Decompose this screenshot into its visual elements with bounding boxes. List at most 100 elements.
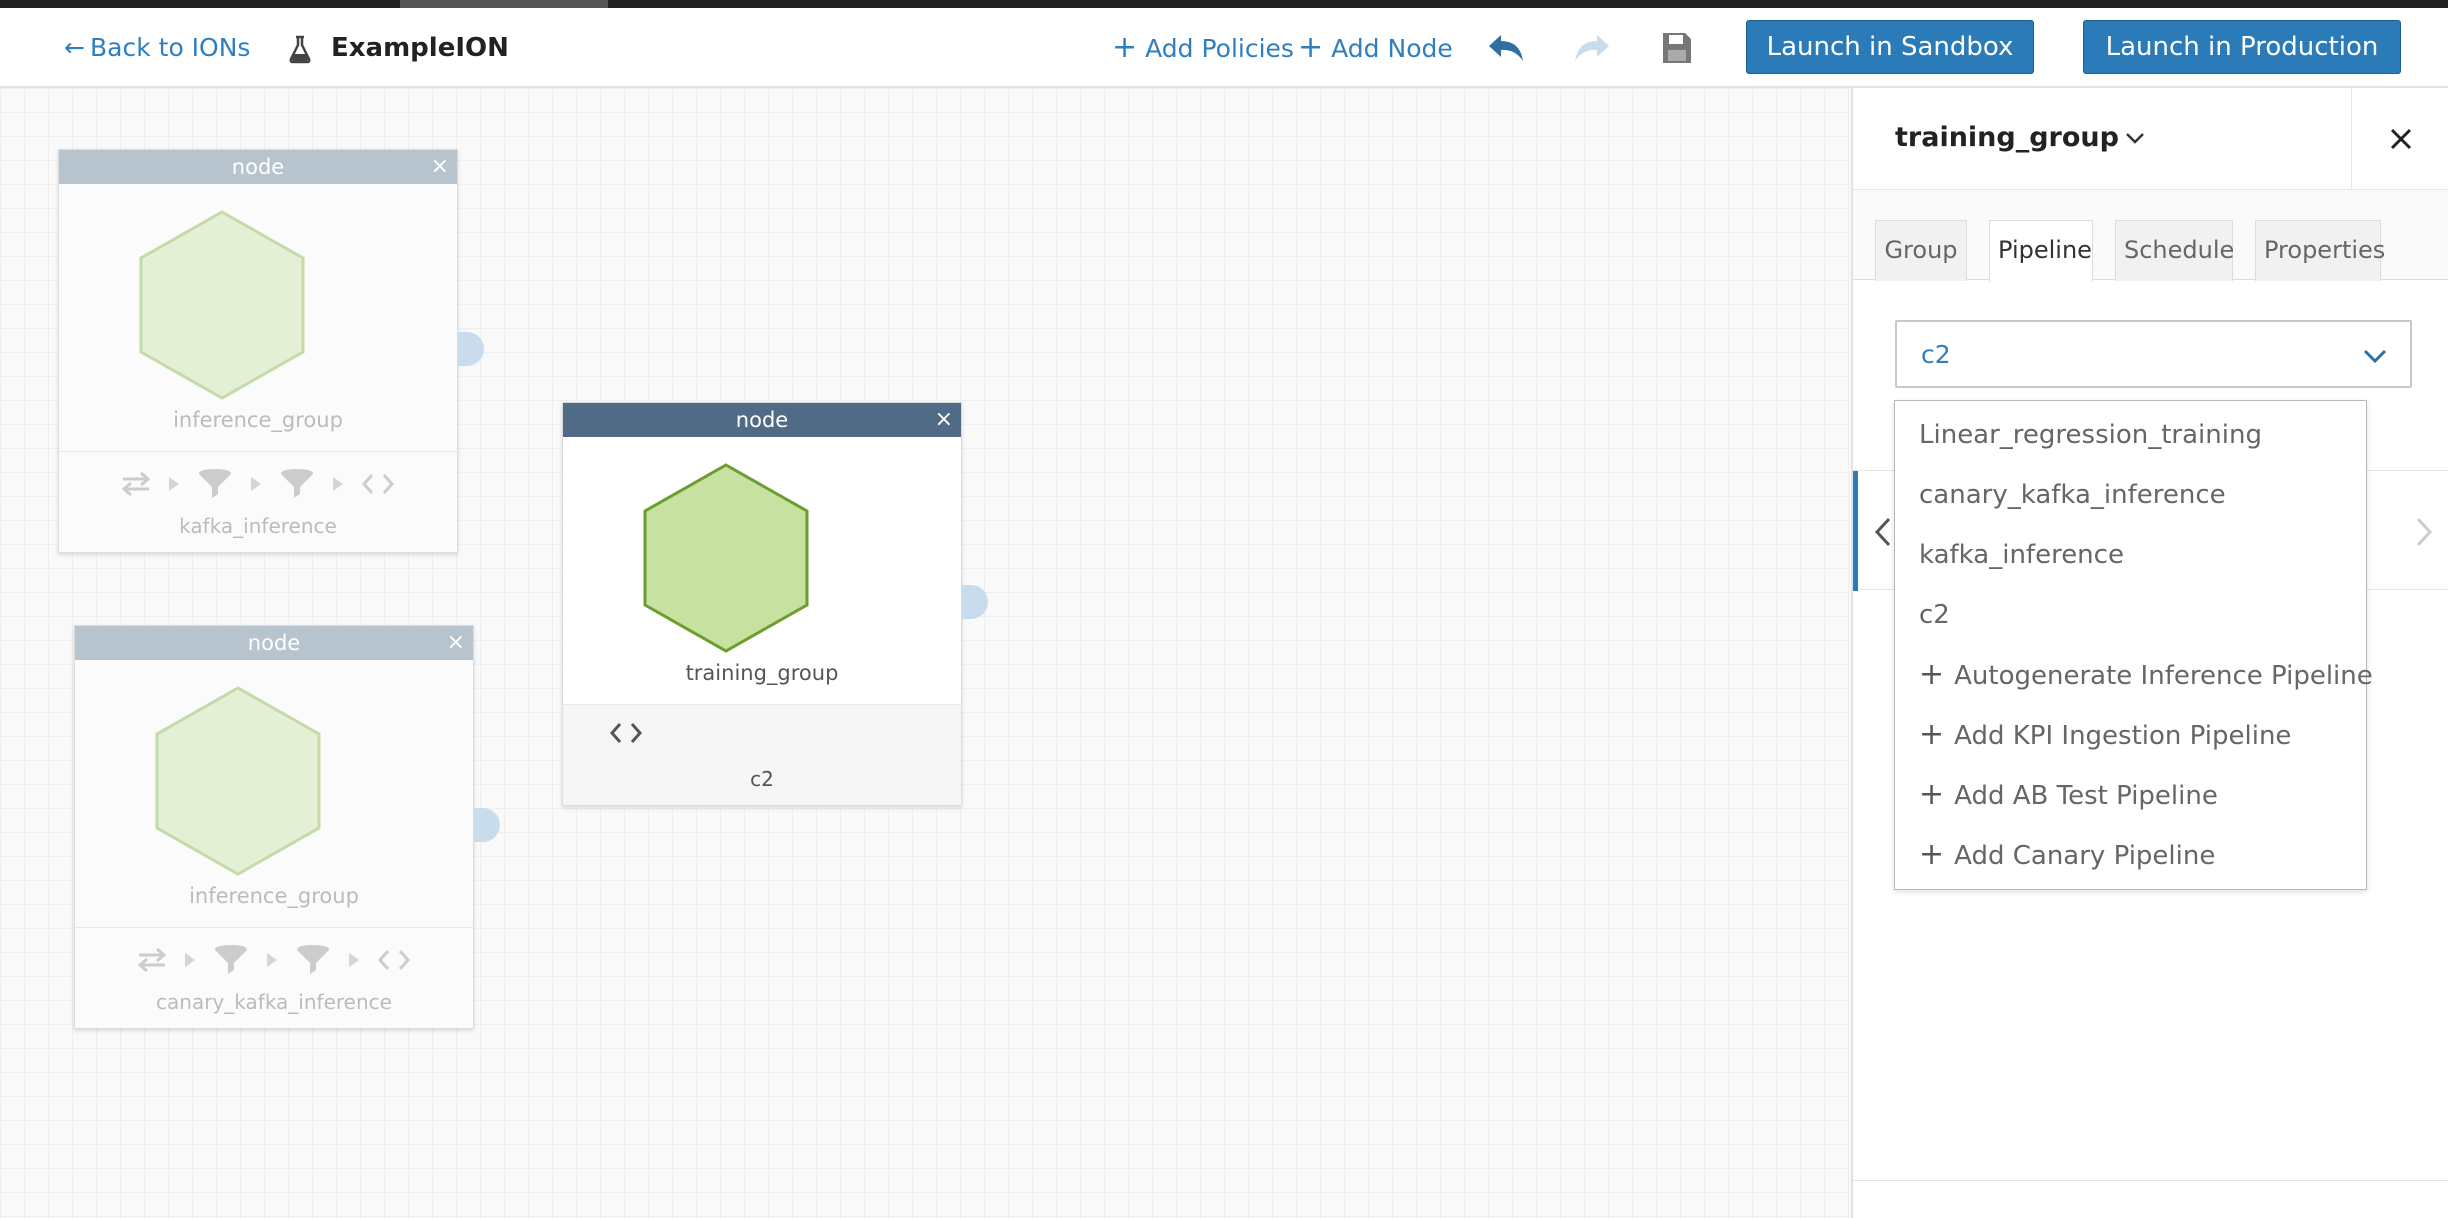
tab-pipeline[interactable]: Pipeline bbox=[1989, 220, 2093, 282]
top-strip-segment bbox=[400, 0, 608, 8]
chevron-down-icon bbox=[2363, 349, 2387, 364]
node-body: inference_group bbox=[59, 184, 457, 452]
dropdown-action-label: Autogenerate Inference Pipeline bbox=[1954, 661, 2373, 691]
pipeline-dropdown-menu: Linear_regression_training canary_kafka_… bbox=[1894, 400, 2373, 890]
close-icon[interactable]: × bbox=[935, 403, 953, 437]
back-to-ions-label: Back to IONs bbox=[90, 33, 251, 62]
node-header-label: node bbox=[247, 631, 301, 655]
tab-schedule[interactable]: Schedule bbox=[2115, 220, 2234, 281]
dropdown-option[interactable]: c2 bbox=[1919, 591, 1950, 639]
launch-in-production-button[interactable]: Launch in Production bbox=[2083, 20, 2401, 74]
node-pipeline-name: canary_kafka_inference bbox=[156, 990, 392, 1014]
flask-icon bbox=[286, 34, 314, 64]
dropdown-action-label: Add KPI Ingestion Pipeline bbox=[1954, 721, 2292, 751]
add-node-button[interactable]: + Add Node bbox=[1298, 30, 1453, 67]
node-output-port[interactable] bbox=[474, 808, 500, 842]
node-card[interactable]: node × inference_group canary_kafka_infe… bbox=[74, 625, 474, 1029]
pipeline-components bbox=[563, 721, 961, 745]
node-pipeline-name: kafka_inference bbox=[179, 514, 337, 538]
hexagon-icon bbox=[643, 463, 809, 653]
plus-icon: + bbox=[1919, 717, 1945, 752]
plus-icon: + bbox=[1919, 777, 1945, 812]
code-icon bbox=[361, 474, 395, 494]
panel-title: training_group bbox=[1895, 122, 2119, 153]
chevron-right-icon[interactable] bbox=[2412, 515, 2436, 549]
code-icon bbox=[609, 723, 643, 743]
dropdown-action-label: Add Canary Pipeline bbox=[1954, 841, 2216, 871]
add-policies-button[interactable]: + Add Policies bbox=[1112, 30, 1294, 67]
plus-icon: + bbox=[1298, 30, 1324, 65]
node-pipeline: canary_kafka_inference bbox=[75, 928, 473, 1028]
node-pipeline: kafka_inference bbox=[59, 452, 457, 552]
chevron-left-icon[interactable] bbox=[1871, 515, 1895, 549]
pipeline-components bbox=[59, 468, 457, 500]
pipeline-canvas[interactable]: node × inference_group kafka_inference n… bbox=[0, 88, 1850, 1218]
node-body: inference_group bbox=[75, 660, 473, 928]
transfer-icon bbox=[121, 471, 151, 497]
arrow-left-icon: ← bbox=[64, 33, 85, 62]
chevron-down-icon[interactable] bbox=[2115, 118, 2155, 158]
dropdown-action-label: Add AB Test Pipeline bbox=[1954, 781, 2218, 811]
hexagon-icon bbox=[139, 210, 305, 400]
panel-tabs: Group Pipeline Schedule Properties bbox=[1853, 190, 2448, 282]
node-pipeline-name: c2 bbox=[750, 767, 774, 791]
filter-icon bbox=[199, 469, 231, 498]
carousel-active-bar bbox=[1853, 471, 1858, 591]
node-header: node × bbox=[75, 626, 473, 660]
node-body: training_group bbox=[563, 437, 961, 705]
tab-properties[interactable]: Properties bbox=[2255, 220, 2385, 281]
flow-arrow-icon bbox=[251, 477, 261, 491]
node-output-port[interactable] bbox=[962, 585, 988, 619]
ion-title: ExampleION bbox=[331, 33, 509, 63]
add-ab-test-pipeline-option[interactable]: + Add AB Test Pipeline bbox=[1919, 771, 2218, 819]
code-icon bbox=[377, 950, 411, 970]
pipeline-select[interactable]: c2 bbox=[1895, 320, 2412, 388]
pipeline-select-value: c2 bbox=[1921, 340, 1951, 369]
flow-arrow-icon bbox=[185, 953, 195, 967]
autogenerate-inference-pipeline-option[interactable]: + Autogenerate Inference Pipeline bbox=[1919, 651, 2373, 699]
filter-icon bbox=[297, 945, 329, 974]
node-group-label: inference_group bbox=[173, 408, 343, 432]
dropdown-option[interactable]: Linear_regression_training bbox=[1919, 411, 2262, 459]
close-icon bbox=[2390, 128, 2412, 150]
undo-icon[interactable] bbox=[1486, 28, 1526, 68]
add-canary-pipeline-option[interactable]: + Add Canary Pipeline bbox=[1919, 831, 2215, 879]
transfer-icon bbox=[137, 947, 167, 973]
node-group-label: inference_group bbox=[189, 884, 359, 908]
dropdown-option[interactable]: canary_kafka_inference bbox=[1919, 471, 2226, 519]
node-card[interactable]: node × inference_group kafka_inference bbox=[58, 149, 458, 553]
tab-group[interactable]: Group bbox=[1875, 220, 1967, 281]
filter-icon bbox=[281, 469, 313, 498]
node-output-port[interactable] bbox=[458, 332, 484, 366]
close-panel-button[interactable] bbox=[2351, 88, 2448, 190]
node-card[interactable]: node × training_group c2 bbox=[562, 402, 962, 806]
pipeline-components bbox=[75, 944, 473, 976]
window-top-strip bbox=[0, 0, 2448, 8]
hexagon-icon bbox=[155, 686, 321, 876]
back-to-ions-link[interactable]: ← Back to IONs bbox=[64, 30, 250, 66]
node-header: node × bbox=[59, 150, 457, 184]
filter-icon bbox=[215, 945, 247, 974]
flow-arrow-icon bbox=[169, 477, 179, 491]
node-header: node × bbox=[563, 403, 961, 437]
flow-arrow-icon bbox=[349, 953, 359, 967]
launch-in-sandbox-button[interactable]: Launch in Sandbox bbox=[1746, 20, 2034, 74]
node-header-label: node bbox=[735, 408, 789, 432]
panel-header: training_group bbox=[1853, 88, 2448, 190]
add-kpi-ingestion-pipeline-option[interactable]: + Add KPI Ingestion Pipeline bbox=[1919, 711, 2291, 759]
save-icon[interactable] bbox=[1657, 28, 1697, 68]
plus-icon: + bbox=[1112, 30, 1138, 65]
close-icon[interactable]: × bbox=[431, 150, 449, 184]
node-pipeline: c2 bbox=[563, 705, 961, 805]
plus-icon: + bbox=[1919, 837, 1945, 872]
node-header-label: node bbox=[231, 155, 285, 179]
close-icon[interactable]: × bbox=[447, 626, 465, 660]
plus-icon: + bbox=[1919, 657, 1945, 692]
flow-arrow-icon bbox=[333, 477, 343, 491]
add-policies-label: Add Policies bbox=[1145, 34, 1294, 63]
node-group-label: training_group bbox=[685, 661, 839, 685]
flow-arrow-icon bbox=[267, 953, 277, 967]
dropdown-option[interactable]: kafka_inference bbox=[1919, 531, 2124, 579]
redo-icon[interactable] bbox=[1572, 28, 1612, 68]
panel-bottom-divider bbox=[1853, 1180, 2448, 1181]
